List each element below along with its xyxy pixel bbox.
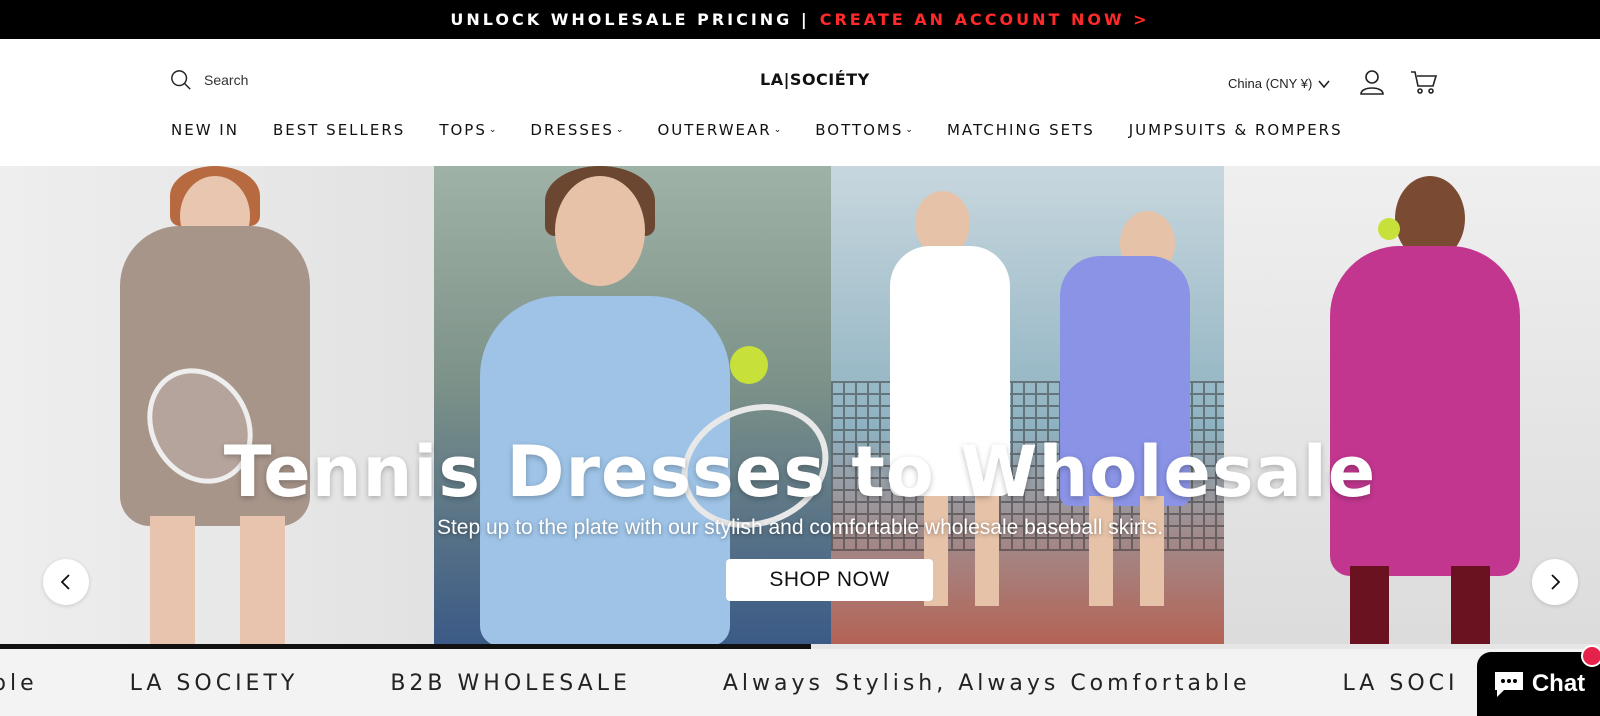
chevron-down-icon: ⌄ <box>615 125 624 135</box>
currency-label: China (CNY ¥) <box>1228 76 1313 91</box>
site-header: Search LA|SOCIÉTY China (CNY ¥) NEW IN BE… <box>0 39 1600 166</box>
create-account-link[interactable]: CREATE AN ACCOUNT NOW > <box>820 10 1150 29</box>
nav-item-bottoms[interactable]: BOTTOMS ⌄ <box>815 121 913 139</box>
chat-label: Chat <box>1531 670 1586 697</box>
nav-item-matching-sets[interactable]: MATCHING SETS <box>947 121 1095 139</box>
nav-item-label: DRESSES <box>530 121 614 139</box>
announcement-text: UNLOCK WHOLESALE PRICING | <box>450 10 810 29</box>
chevron-right-icon <box>1551 574 1561 590</box>
chevron-down-icon: ⌄ <box>905 125 913 135</box>
nav-item-dresses[interactable]: DRESSES ⌄ <box>530 121 623 139</box>
hero-title: Tennis Dresses to Wholesale <box>223 431 1377 513</box>
main-nav: NEW IN BEST SELLERS TOPS ⌄ DRESSES ⌄ OUTERWEAR… <box>171 121 1343 139</box>
nav-item-tops[interactable]: TOPS ⌄ <box>439 121 496 139</box>
nav-item-jumpsuits-rompers[interactable]: JUMPSUITS & ROMPERS <box>1129 121 1343 139</box>
slider-prev-button[interactable] <box>43 559 89 605</box>
nav-item-outerwear[interactable]: OUTERWEAR ⌄ <box>657 121 781 139</box>
search-icon <box>171 70 191 90</box>
nav-item-new-in[interactable]: NEW IN <box>171 121 239 139</box>
cart-icon[interactable] <box>1410 68 1438 96</box>
chat-notification-badge <box>1581 645 1600 667</box>
nav-item-label: OUTERWEAR <box>657 121 772 139</box>
tennis-ball-image <box>1378 218 1400 240</box>
marquee-item: Always Stylish, Always Comfortable <box>722 671 1251 696</box>
chevron-left-icon <box>60 574 70 590</box>
marquee-item: LA SOCIETY <box>129 671 299 696</box>
nav-item-best-sellers[interactable]: BEST SELLERS <box>273 121 405 139</box>
model-head <box>555 176 645 286</box>
nav-item-label: BOTTOMS <box>815 121 904 139</box>
hero-subtitle: Step up to the plate with our stylish an… <box>436 516 1164 539</box>
search-box[interactable]: Search <box>170 69 248 91</box>
nav-item-label: MATCHING SETS <box>946 121 1095 139</box>
shop-now-button[interactable]: SHOP NOW <box>726 559 933 601</box>
currency-selector[interactable]: China (CNY ¥) <box>1228 76 1330 91</box>
model-socks <box>1350 566 1490 644</box>
site-logo[interactable]: LA|SOCIÉTY <box>760 70 870 89</box>
search-input[interactable]: Search <box>204 72 248 88</box>
chat-bubble-icon <box>1494 672 1523 697</box>
chevron-down-icon: ⌄ <box>773 125 782 135</box>
marquee-track: ble LA SOCIETY B2B WHOLESALE Always Stylish… <box>0 671 1550 696</box>
slider-next-button[interactable] <box>1532 559 1578 605</box>
announcement-bar: UNLOCK WHOLESALE PRICING | CREATE AN ACC… <box>0 0 1600 39</box>
marquee-item: ble <box>0 671 38 696</box>
account-icon[interactable] <box>1358 68 1386 96</box>
nav-item-label: JUMPSUITS & ROMPERS <box>1128 121 1343 139</box>
chevron-down-icon <box>1318 79 1330 88</box>
marquee-strip: ble LA SOCIETY B2B WHOLESALE Always Stylish… <box>0 649 1600 716</box>
tennis-ball-image <box>730 346 768 384</box>
chevron-down-icon: ⌄ <box>488 125 497 135</box>
hero-banner: Tennis Dresses to Wholesale Step up to t… <box>0 166 1600 644</box>
marquee-item: LA SOCI <box>1342 671 1459 696</box>
nav-item-label: NEW IN <box>171 121 239 139</box>
nav-item-label: TOPS <box>439 121 487 139</box>
marquee-item: B2B WHOLESALE <box>390 671 631 696</box>
nav-item-label: BEST SELLERS <box>272 121 406 139</box>
